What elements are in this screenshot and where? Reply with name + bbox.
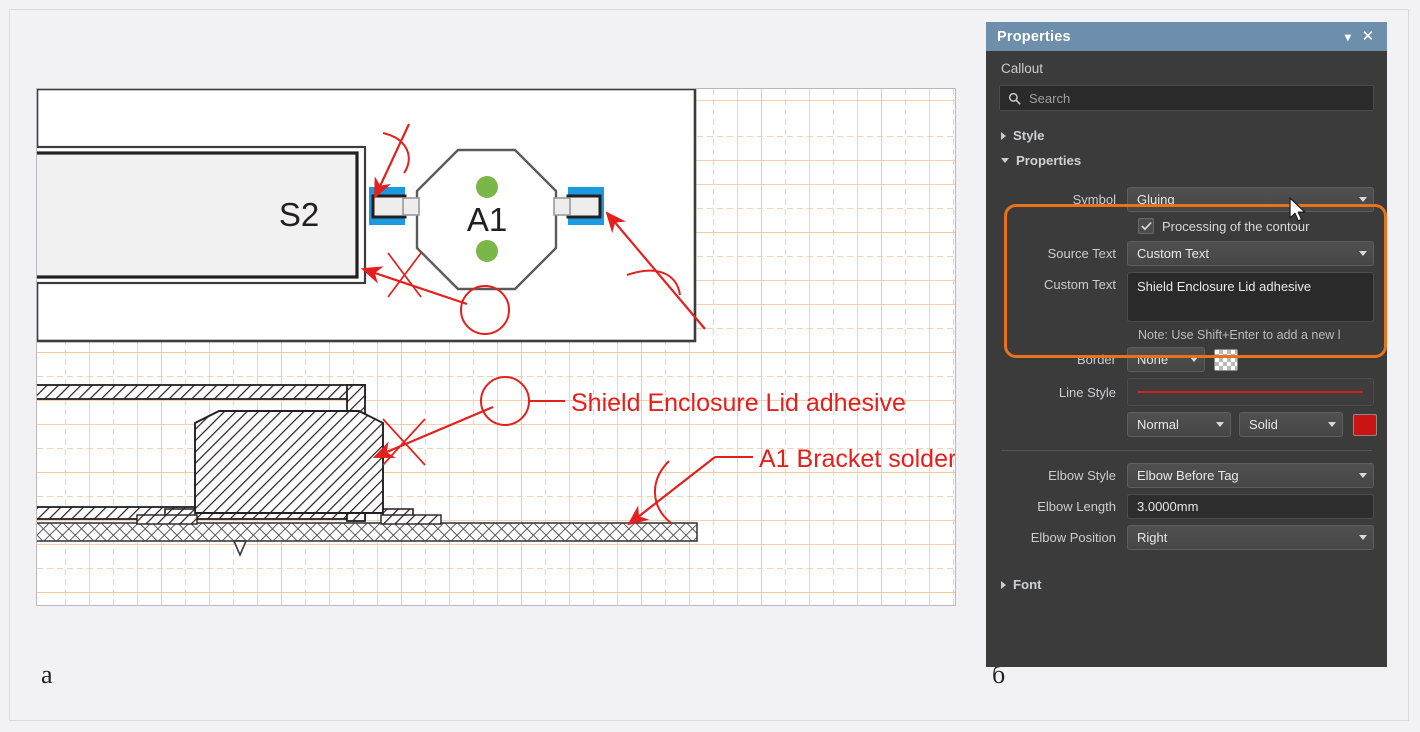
section-font[interactable]: Font [999, 572, 1374, 597]
section-properties-label: Properties [1016, 153, 1082, 168]
elbow-style-control: Elbow Before Tag [1127, 463, 1374, 488]
custom-text-note: Note: Use Shift+Enter to add a new l [1138, 328, 1341, 342]
cad-callout-solder: A1 Bracket solder [759, 445, 955, 473]
cad-canvas[interactable]: S2 A1 Shield Enclosure Lid adhesive A1 B… [36, 88, 956, 606]
custom-text-control: Shield Enclosure Lid adhesive [1127, 272, 1374, 322]
search-placeholder: Search [1029, 90, 1071, 106]
row-line-style: Line Style [999, 378, 1374, 406]
chevron-down-icon [1359, 535, 1367, 540]
custom-text-label: Custom Text [1043, 277, 1116, 292]
close-icon[interactable]: ✕ [1358, 27, 1378, 47]
source-text-label: Source Text [1047, 246, 1116, 261]
panel-body: Callout Search Style Properties Symbol G… [986, 51, 1387, 597]
section-font-label: Font [1013, 577, 1042, 592]
cad-label-s2: S2 [279, 196, 319, 233]
row-elbow-length: Elbow Length 3.0000mm [999, 494, 1374, 519]
line-weight-dropdown[interactable]: Normal [1127, 412, 1231, 437]
line-weight-value: Normal [1137, 417, 1179, 432]
elbow-position-value: Right [1137, 530, 1168, 545]
chevron-down-icon [1190, 357, 1198, 362]
symbol-value: Gluing [1137, 192, 1175, 207]
elbow-style-value: Elbow Before Tag [1137, 468, 1239, 483]
custom-text-textarea[interactable]: Shield Enclosure Lid adhesive [1127, 272, 1374, 322]
chevron-right-icon [1001, 580, 1006, 589]
chevron-down-icon [1359, 197, 1367, 202]
line-pattern-dropdown[interactable]: Solid [1239, 412, 1343, 437]
border-label: Border [1076, 352, 1116, 367]
line-options-control: Normal Solid [1127, 412, 1377, 437]
row-custom-text: Custom Text Shield Enclosure Lid adhesiv… [999, 272, 1374, 322]
cad-callout-adhesive: Shield Enclosure Lid adhesive [571, 389, 906, 417]
elbow-length-control: 3.0000mm [1127, 494, 1374, 519]
search-icon [1008, 92, 1021, 105]
section-properties[interactable]: Properties [999, 148, 1374, 173]
line-color-swatch[interactable] [1353, 413, 1377, 436]
processing-contour-checkbox[interactable] [1138, 218, 1154, 234]
section-style[interactable]: Style [999, 123, 1374, 148]
row-processing-contour: Processing of the contour [1138, 218, 1374, 234]
chevron-down-icon [1359, 251, 1367, 256]
chevron-down-icon[interactable]: ▾ [1338, 27, 1358, 47]
symbol-dropdown[interactable]: Gluing [1127, 187, 1374, 212]
elbow-position-dropdown[interactable]: Right [1127, 525, 1374, 550]
properties-panel: Properties ▾ ✕ Callout Search Style Prop… [986, 22, 1387, 667]
border-value: None [1137, 352, 1169, 367]
section-style-label: Style [1013, 128, 1045, 143]
object-name-label: Callout [1001, 61, 1044, 76]
search-input[interactable]: Search [999, 85, 1374, 111]
source-text-dropdown[interactable]: Custom Text [1127, 241, 1374, 266]
chevron-down-icon [1359, 473, 1367, 478]
border-color-swatch[interactable] [1214, 348, 1238, 371]
line-style-preview[interactable] [1127, 378, 1374, 406]
panel-title-text: Properties [997, 28, 1071, 45]
panel-titlebar[interactable]: Properties ▾ ✕ [986, 22, 1387, 51]
row-line-options: Normal Solid [999, 412, 1377, 437]
chevron-down-icon [1001, 158, 1009, 163]
section-divider [1001, 450, 1372, 451]
chevron-down-icon [1216, 422, 1224, 427]
row-elbow-position: Elbow Position Right [999, 525, 1374, 550]
elbow-style-label: Elbow Style [1048, 468, 1116, 483]
cad-drawing: S2 A1 Shield Enclosure Lid adhesive A1 B… [37, 89, 955, 558]
elbow-style-dropdown[interactable]: Elbow Before Tag [1127, 463, 1374, 488]
row-border: Border None [999, 347, 1374, 372]
properties-rows: Symbol Gluing Processing of the contour … [999, 187, 1377, 550]
row-source-text: Source Text Custom Text [999, 241, 1374, 266]
line-style-control [1127, 378, 1374, 406]
border-dropdown[interactable]: None [1127, 347, 1205, 372]
line-preview-bar [1138, 391, 1363, 393]
elbow-length-label: Elbow Length [1037, 499, 1116, 514]
line-style-label: Line Style [1058, 384, 1116, 400]
elbow-position-label: Elbow Position [1030, 530, 1116, 545]
border-control: None [1127, 347, 1374, 372]
source-text-control: Custom Text [1127, 241, 1374, 266]
symbol-label: Symbol [1072, 192, 1116, 207]
figure-root: S2 A1 Shield Enclosure Lid adhesive A1 B… [0, 0, 1420, 732]
elbow-length-field[interactable]: 3.0000mm [1127, 494, 1374, 519]
line-pattern-value: Solid [1249, 417, 1278, 432]
elbow-position-control: Right [1127, 525, 1374, 550]
cad-label-a1: A1 [467, 201, 507, 238]
source-text-value: Custom Text [1137, 246, 1210, 261]
mouse-cursor [1289, 197, 1306, 222]
symbol-control: Gluing [1127, 187, 1374, 212]
caption-a: а [41, 660, 53, 689]
check-icon [1140, 221, 1152, 231]
row-elbow-style: Elbow Style Elbow Before Tag [999, 463, 1374, 488]
chevron-right-icon [1001, 131, 1006, 140]
row-symbol: Symbol Gluing [999, 187, 1374, 212]
chevron-down-icon [1328, 422, 1336, 427]
